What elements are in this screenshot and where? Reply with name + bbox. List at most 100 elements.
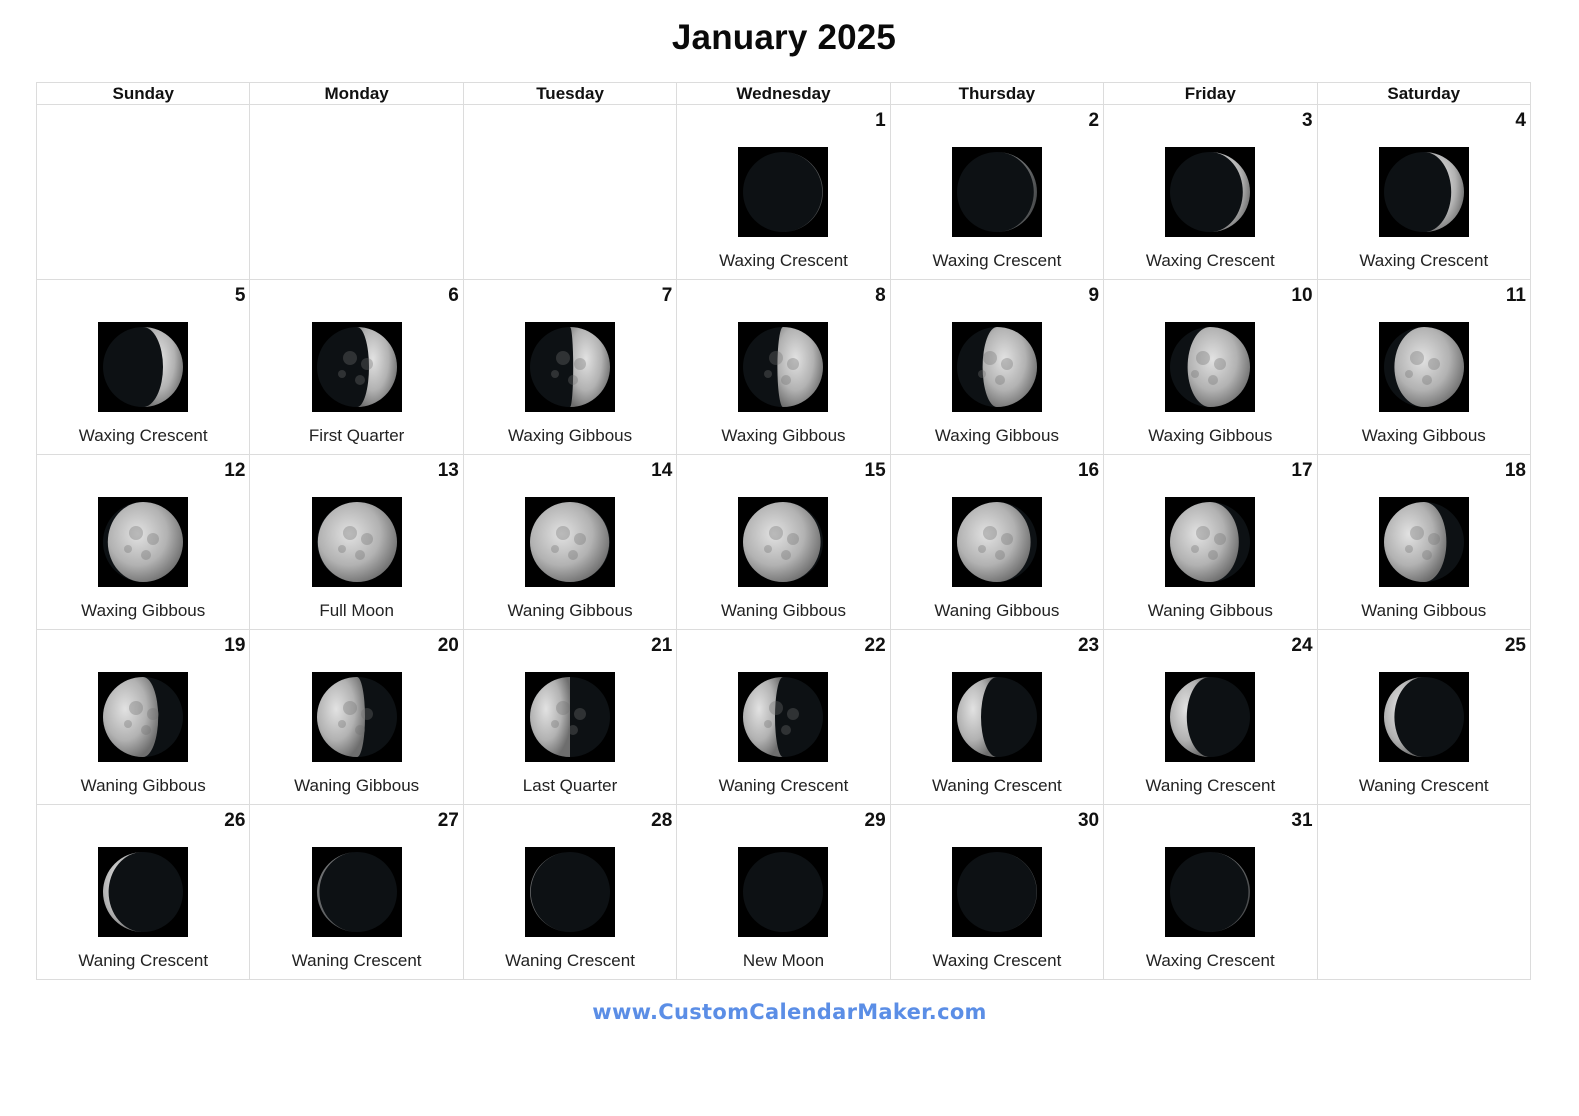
moon-mare-spot (574, 708, 587, 720)
day-cell[interactable]: 3 Waxing Crescent (1103, 104, 1318, 280)
moon-phase-label: Waxing Gibbous (1361, 426, 1486, 445)
day-cell[interactable]: 18 Waning Gibbous (1316, 454, 1532, 630)
moon-mare-spot (337, 545, 346, 553)
moon-mare-spot (764, 545, 773, 553)
calendar-week-row: 1 Waxing Crescent 2 Waxing Crescent 3 Waxing … (35, 104, 1532, 280)
moon-phase-icon (951, 147, 1042, 237)
moon-mare-spot (360, 708, 373, 720)
day-number: 9 (1088, 285, 1100, 306)
day-cell[interactable]: 26 Waning Crescent (35, 804, 251, 980)
moon-mare-spot (982, 526, 997, 540)
moon-phase-label: Waning Crescent (932, 776, 1062, 795)
day-cell[interactable]: 23 Waning Crescent (889, 629, 1105, 805)
moon-mare-spot (781, 375, 792, 385)
moon-dark-disc (956, 852, 1037, 932)
moon-phase-icon (98, 497, 189, 587)
moon-mare-spot (556, 701, 571, 715)
day-number: 21 (651, 635, 673, 656)
moon-mare-spot (124, 545, 133, 553)
calendar-body: 1 Waxing Crescent 2 Waxing Crescent 3 Waxing … (35, 104, 1532, 980)
moon-mare-spot (1214, 358, 1227, 370)
day-cell[interactable]: 16 Waning Gibbous (889, 454, 1105, 630)
moon-mare-spot (781, 550, 792, 560)
moon-phase-label: Waxing Crescent (1145, 951, 1275, 970)
day-cell[interactable]: 4 Waxing Crescent (1316, 104, 1532, 280)
moon-mare-spot (568, 725, 579, 735)
moon-mare-spot (141, 550, 152, 560)
moon-phase-icon (951, 322, 1042, 412)
moon-phase-label: Waxing Gibbous (508, 426, 633, 445)
day-cell[interactable]: 28 Waning Crescent (462, 804, 678, 980)
day-cell[interactable]: 8 Waxing Gibbous (676, 279, 891, 455)
moon-mare-spot (1196, 351, 1211, 365)
day-cell[interactable]: 27 Waning Crescent (249, 804, 464, 980)
moon-phase-icon (738, 322, 829, 412)
moon-mare-spot (1404, 370, 1413, 378)
moon-mare-spot (556, 526, 571, 540)
day-cell[interactable]: 5 Waxing Crescent (35, 279, 251, 455)
moon-mare-spot (129, 526, 144, 540)
day-cell[interactable]: 12 Waxing Gibbous (35, 454, 251, 630)
moon-phase-label: Waxing Crescent (932, 251, 1062, 270)
weekday-header: Thursday (889, 82, 1105, 105)
moon-mare-spot (568, 550, 579, 560)
footer-website-link[interactable]: www.CustomCalendarMaker.com (0, 1000, 1579, 1024)
day-cell[interactable]: 15 Waning Gibbous (676, 454, 891, 630)
moon-mare-spot (982, 351, 997, 365)
moon-phase-label: Waning Crescent (1358, 776, 1489, 795)
moon-phase-icon (1165, 322, 1256, 412)
day-cell[interactable]: 29 New Moon (676, 804, 891, 980)
day-cell[interactable]: 24 Waning Crescent (1103, 629, 1318, 805)
day-cell[interactable]: 21 Last Quarter (462, 629, 678, 805)
day-number: 22 (864, 635, 886, 656)
day-number: 10 (1291, 285, 1313, 306)
day-cell[interactable]: 31 Waxing Crescent (1103, 804, 1318, 980)
moon-phase-label: Waning Gibbous (1147, 601, 1273, 620)
moon-phase-icon (1165, 147, 1256, 237)
weekday-header: Saturday (1316, 82, 1532, 105)
day-cell[interactable]: 30 Waxing Crescent (889, 804, 1105, 980)
moon-phase-label: Waning Crescent (78, 951, 209, 970)
day-number: 5 (234, 285, 246, 306)
moon-phase-icon (951, 672, 1042, 762)
day-cell[interactable]: 2 Waxing Crescent (889, 104, 1105, 280)
moon-phase-icon (98, 847, 189, 937)
day-number: 25 (1504, 635, 1526, 656)
moon-phase-icon (1378, 497, 1469, 587)
moon-mare-spot (1191, 370, 1200, 378)
day-cell[interactable]: 1 Waxing Crescent (676, 104, 891, 280)
day-cell[interactable]: 20 Waning Gibbous (249, 629, 464, 805)
day-number: 11 (1505, 285, 1526, 306)
day-cell[interactable]: 10 Waxing Gibbous (1103, 279, 1318, 455)
calendar-week-row: 19 Waning Gibbous 20 Waning Gibbous 21 Last Q… (35, 629, 1532, 805)
day-cell[interactable]: 13 Full Moon (249, 454, 464, 630)
moon-mare-spot (1409, 351, 1424, 365)
day-cell[interactable]: 9 Waxing Gibbous (889, 279, 1105, 455)
calendar-title: January 2025 (671, 18, 897, 57)
day-cell[interactable]: 19 Waning Gibbous (35, 629, 251, 805)
day-cell[interactable]: 7 Waxing Gibbous (462, 279, 678, 455)
day-cell[interactable]: 22 Waning Crescent (676, 629, 891, 805)
day-cell[interactable]: 25 Waning Crescent (1316, 629, 1532, 805)
day-cell[interactable]: 6 First Quarter (249, 279, 464, 455)
moon-phase-icon (525, 672, 616, 762)
day-cell[interactable]: 14 Waning Gibbous (462, 454, 678, 630)
moon-mare-spot (129, 701, 144, 715)
moon-mare-spot (354, 550, 365, 560)
calendar-grid: Sunday Monday Tuesday Wednesday Thursday… (35, 82, 1532, 980)
moon-phase-label: New Moon (742, 951, 825, 970)
day-cell[interactable]: 11 Waxing Gibbous (1316, 279, 1532, 455)
moon-phase-icon (1165, 847, 1256, 937)
moon-phase-icon (98, 322, 189, 412)
moon-mare-spot (337, 720, 346, 728)
moon-phase-label: Waning Gibbous (720, 601, 846, 620)
day-number: 30 (1077, 810, 1100, 831)
calendar-week-row: 12 Waxing Gibbous 13 Full Moon 14 Waning Gibb… (35, 454, 1532, 630)
day-number: 23 (1077, 635, 1100, 656)
moon-phase-label: Waning Gibbous (1361, 601, 1487, 620)
moon-lit-portion (743, 502, 822, 582)
moon-mare-spot (551, 545, 560, 553)
moon-mare-spot (360, 358, 373, 370)
moon-phase-label: Waxing Crescent (78, 426, 208, 445)
day-cell[interactable]: 17 Waning Gibbous (1103, 454, 1318, 630)
